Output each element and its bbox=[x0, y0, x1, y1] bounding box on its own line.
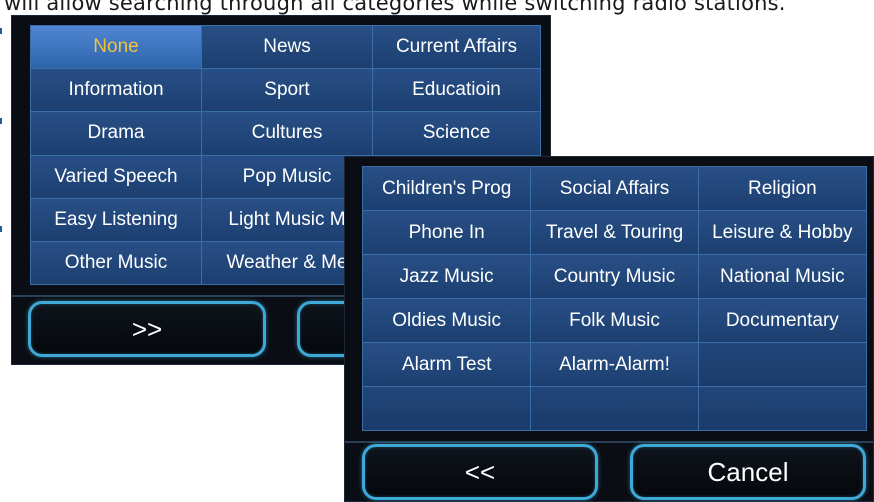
category-cell-empty[interactable] bbox=[531, 387, 698, 430]
category-cell-jazz-music[interactable]: Jazz Music bbox=[363, 255, 531, 298]
category-cell-leisure-hobby[interactable]: Leisure & Hobby bbox=[698, 211, 866, 254]
category-cell-easy-listening[interactable]: Easy Listening bbox=[31, 198, 201, 241]
category-cell-none[interactable]: None bbox=[31, 26, 201, 69]
category-cell-drama[interactable]: Drama bbox=[31, 112, 201, 155]
edge-marker bbox=[0, 118, 2, 124]
category-cell-phone-in[interactable]: Phone In bbox=[363, 211, 531, 254]
category-cell-folk-music[interactable]: Folk Music bbox=[531, 299, 698, 342]
caption-text: will allow searching through all categor… bbox=[4, 0, 786, 15]
next-page-button[interactable]: >> bbox=[28, 301, 266, 357]
category-cell-travel-touring[interactable]: Travel & Touring bbox=[531, 211, 698, 254]
category-cell-varied-speech[interactable]: Varied Speech bbox=[31, 155, 201, 198]
category-cell-empty[interactable] bbox=[698, 343, 866, 386]
category-cell-national-music[interactable]: National Music bbox=[698, 255, 866, 298]
category-cell-social-affairs[interactable]: Social Affairs bbox=[531, 167, 698, 210]
category-cell-oldies-music[interactable]: Oldies Music bbox=[363, 299, 531, 342]
category-grid-page-2: Children's Prog Social Affairs Religion … bbox=[362, 166, 867, 431]
category-panel-page-2: Children's Prog Social Affairs Religion … bbox=[344, 156, 874, 502]
panel-divider bbox=[345, 441, 873, 443]
category-cell-other-music[interactable]: Other Music bbox=[31, 241, 201, 284]
cancel-button[interactable]: Cancel bbox=[630, 444, 866, 500]
category-cell-religion[interactable]: Religion bbox=[698, 167, 866, 210]
category-cell-sport[interactable]: Sport bbox=[202, 69, 373, 112]
category-cell-alarm-test[interactable]: Alarm Test bbox=[363, 343, 531, 386]
category-cell-empty[interactable] bbox=[363, 387, 531, 430]
category-cell-education[interactable]: Educatioin bbox=[373, 69, 540, 112]
previous-page-button[interactable]: << bbox=[362, 444, 598, 500]
edge-marker bbox=[0, 226, 2, 232]
category-cell-country-music[interactable]: Country Music bbox=[531, 255, 698, 298]
category-cell-alarm-alarm[interactable]: Alarm-Alarm! bbox=[531, 343, 698, 386]
category-cell-science[interactable]: Science bbox=[373, 112, 540, 155]
category-cell-information[interactable]: Information bbox=[31, 69, 201, 112]
category-cell-news[interactable]: News bbox=[202, 26, 373, 69]
edge-marker bbox=[0, 28, 2, 34]
category-cell-cultures[interactable]: Cultures bbox=[202, 112, 373, 155]
category-cell-empty[interactable] bbox=[698, 387, 866, 430]
category-cell-current-affairs[interactable]: Current Affairs bbox=[373, 26, 540, 69]
category-cell-childrens-prog[interactable]: Children's Prog bbox=[363, 167, 531, 210]
category-cell-documentary[interactable]: Documentary bbox=[698, 299, 866, 342]
